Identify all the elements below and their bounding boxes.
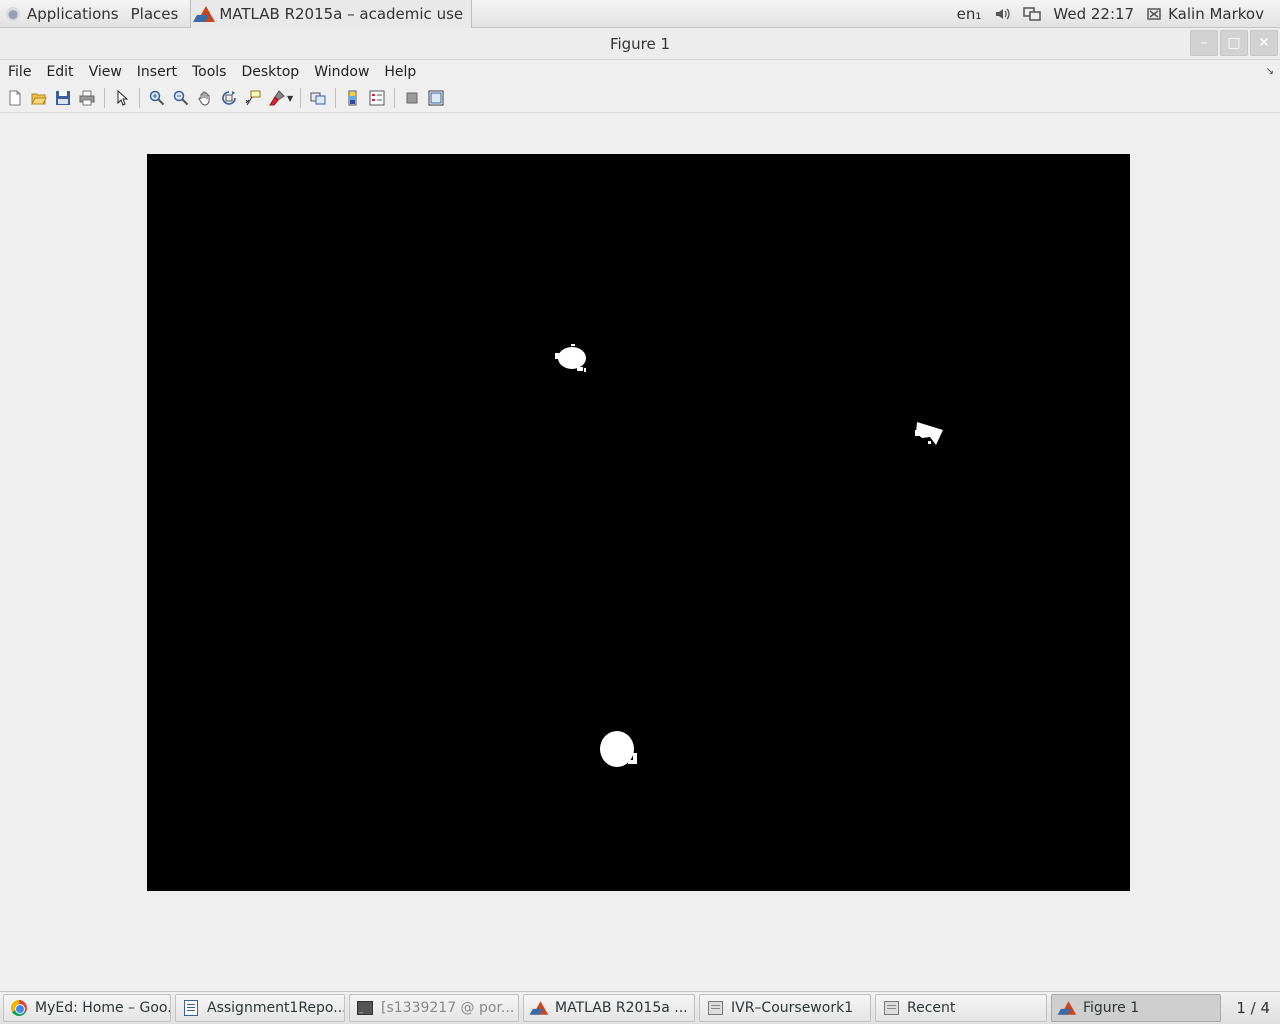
rotate-3d-icon[interactable] xyxy=(219,88,239,108)
task-label: MATLAB R2015a ... xyxy=(555,1000,688,1016)
brush-icon[interactable] xyxy=(267,88,287,108)
folder-icon xyxy=(882,999,900,1017)
document-icon xyxy=(182,999,200,1017)
print-figure-icon[interactable] xyxy=(77,88,97,108)
window-title: Figure 1 xyxy=(609,34,671,53)
zoom-out-icon[interactable] xyxy=(171,88,191,108)
matlab-icon xyxy=(530,999,549,1017)
white-blob-lower xyxy=(600,731,637,767)
binary-image xyxy=(555,344,943,767)
task-matlab[interactable]: MATLAB R2015a ... xyxy=(523,994,695,1022)
task-figure-1[interactable]: Figure 1 xyxy=(1051,994,1221,1022)
insert-legend-icon[interactable] xyxy=(367,88,387,108)
show-plot-tools-icon[interactable] xyxy=(426,88,446,108)
menu-edit[interactable]: Edit xyxy=(40,64,79,80)
hide-plot-tools-icon[interactable] xyxy=(402,88,422,108)
top-panel: Applications Places MATLAB R2015a – acad… xyxy=(0,0,1280,28)
gnome-foot-icon xyxy=(6,6,20,21)
task-label: MyEd: Home – Goo... xyxy=(35,1000,171,1016)
user-name: Kalin Markov xyxy=(1168,4,1264,23)
terminal-icon: _ xyxy=(356,999,374,1017)
volume-icon[interactable] xyxy=(993,6,1011,22)
insert-colorbar-icon[interactable] xyxy=(343,88,363,108)
minimize-icon: – xyxy=(1200,35,1208,51)
menu-bar: File Edit View Insert Tools Desktop Wind… xyxy=(0,60,1280,84)
menu-insert[interactable]: Insert xyxy=(131,64,183,80)
open-file-icon[interactable] xyxy=(29,88,49,108)
task-assignment-report[interactable]: Assignment1Repo... xyxy=(175,994,345,1022)
task-recent-folder[interactable]: Recent xyxy=(875,994,1047,1022)
task-label: Assignment1Repo... xyxy=(207,1000,345,1016)
toolbar-separator xyxy=(300,88,301,108)
figure-toolbar: ▼ xyxy=(0,84,1280,113)
active-app-indicator[interactable]: MATLAB R2015a – academic use xyxy=(190,0,473,28)
clock[interactable]: Wed 22:17 xyxy=(1053,5,1134,23)
task-label: Recent xyxy=(907,1000,956,1016)
minimize-button[interactable]: – xyxy=(1190,30,1218,56)
task-myed-browser[interactable]: MyEd: Home – Goo... xyxy=(3,994,171,1022)
menu-file[interactable]: File xyxy=(2,64,37,80)
network-icon[interactable] xyxy=(1023,6,1042,22)
user-status-icon xyxy=(1146,6,1164,22)
task-label: IVR–Coursework1 xyxy=(731,1000,854,1016)
white-blob-upper xyxy=(555,344,586,372)
places-menu[interactable]: Places xyxy=(125,0,185,28)
menu-window[interactable]: Window xyxy=(308,64,375,80)
chrome-icon xyxy=(10,999,28,1017)
task-label: [s1339217 @ por... xyxy=(381,1000,515,1016)
pan-icon[interactable] xyxy=(195,88,215,108)
user-menu[interactable]: Kalin Markov xyxy=(1146,5,1264,23)
matlab-icon xyxy=(195,3,217,25)
menu-tools[interactable]: Tools xyxy=(186,64,233,80)
new-figure-icon[interactable] xyxy=(5,88,25,108)
applications-menu[interactable]: Applications xyxy=(0,0,125,28)
toolbar-separator xyxy=(394,88,395,108)
menu-view[interactable]: View xyxy=(83,64,128,80)
task-label: Figure 1 xyxy=(1083,1000,1140,1016)
bottom-taskbar: MyEd: Home – Goo... Assignment1Repo... _… xyxy=(0,991,1280,1024)
toolbar-separator xyxy=(104,88,105,108)
zoom-in-icon[interactable] xyxy=(147,88,167,108)
task-ivr-coursework-folder[interactable]: IVR–Coursework1 xyxy=(699,994,871,1022)
matlab-icon xyxy=(1058,999,1077,1017)
active-app-label: MATLAB R2015a – academic use xyxy=(219,4,464,23)
keyboard-layout-indicator[interactable]: en₁ xyxy=(957,5,982,23)
save-figure-icon[interactable] xyxy=(53,88,73,108)
task-terminal[interactable]: _ [s1339217 @ por... xyxy=(349,994,519,1022)
white-blob-right xyxy=(915,422,943,445)
toolbar-separator xyxy=(139,88,140,108)
maximize-icon: □ xyxy=(1227,35,1241,51)
link-plot-icon[interactable] xyxy=(308,88,328,108)
folder-icon xyxy=(706,999,724,1017)
close-button[interactable]: ✕ xyxy=(1250,30,1278,56)
toolbar-separator xyxy=(335,88,336,108)
figure-canvas xyxy=(0,114,1280,991)
menu-desktop[interactable]: Desktop xyxy=(235,64,305,80)
dock-arrow-icon[interactable]: ↘ xyxy=(1266,66,1274,77)
binary-image-axes[interactable] xyxy=(147,154,1130,891)
workspace-switcher[interactable]: 1 / 4 xyxy=(1236,999,1270,1017)
close-icon: ✕ xyxy=(1258,35,1270,51)
window-titlebar[interactable]: Figure 1 – □ ✕ xyxy=(0,28,1280,60)
places-label: Places xyxy=(130,4,179,23)
edit-plot-icon[interactable] xyxy=(112,88,132,108)
maximize-button[interactable]: □ xyxy=(1220,30,1248,56)
menu-help[interactable]: Help xyxy=(378,64,422,80)
brush-dropdown-icon[interactable]: ▼ xyxy=(287,94,295,103)
data-cursor-icon[interactable] xyxy=(243,88,263,108)
applications-label: Applications xyxy=(27,4,119,23)
